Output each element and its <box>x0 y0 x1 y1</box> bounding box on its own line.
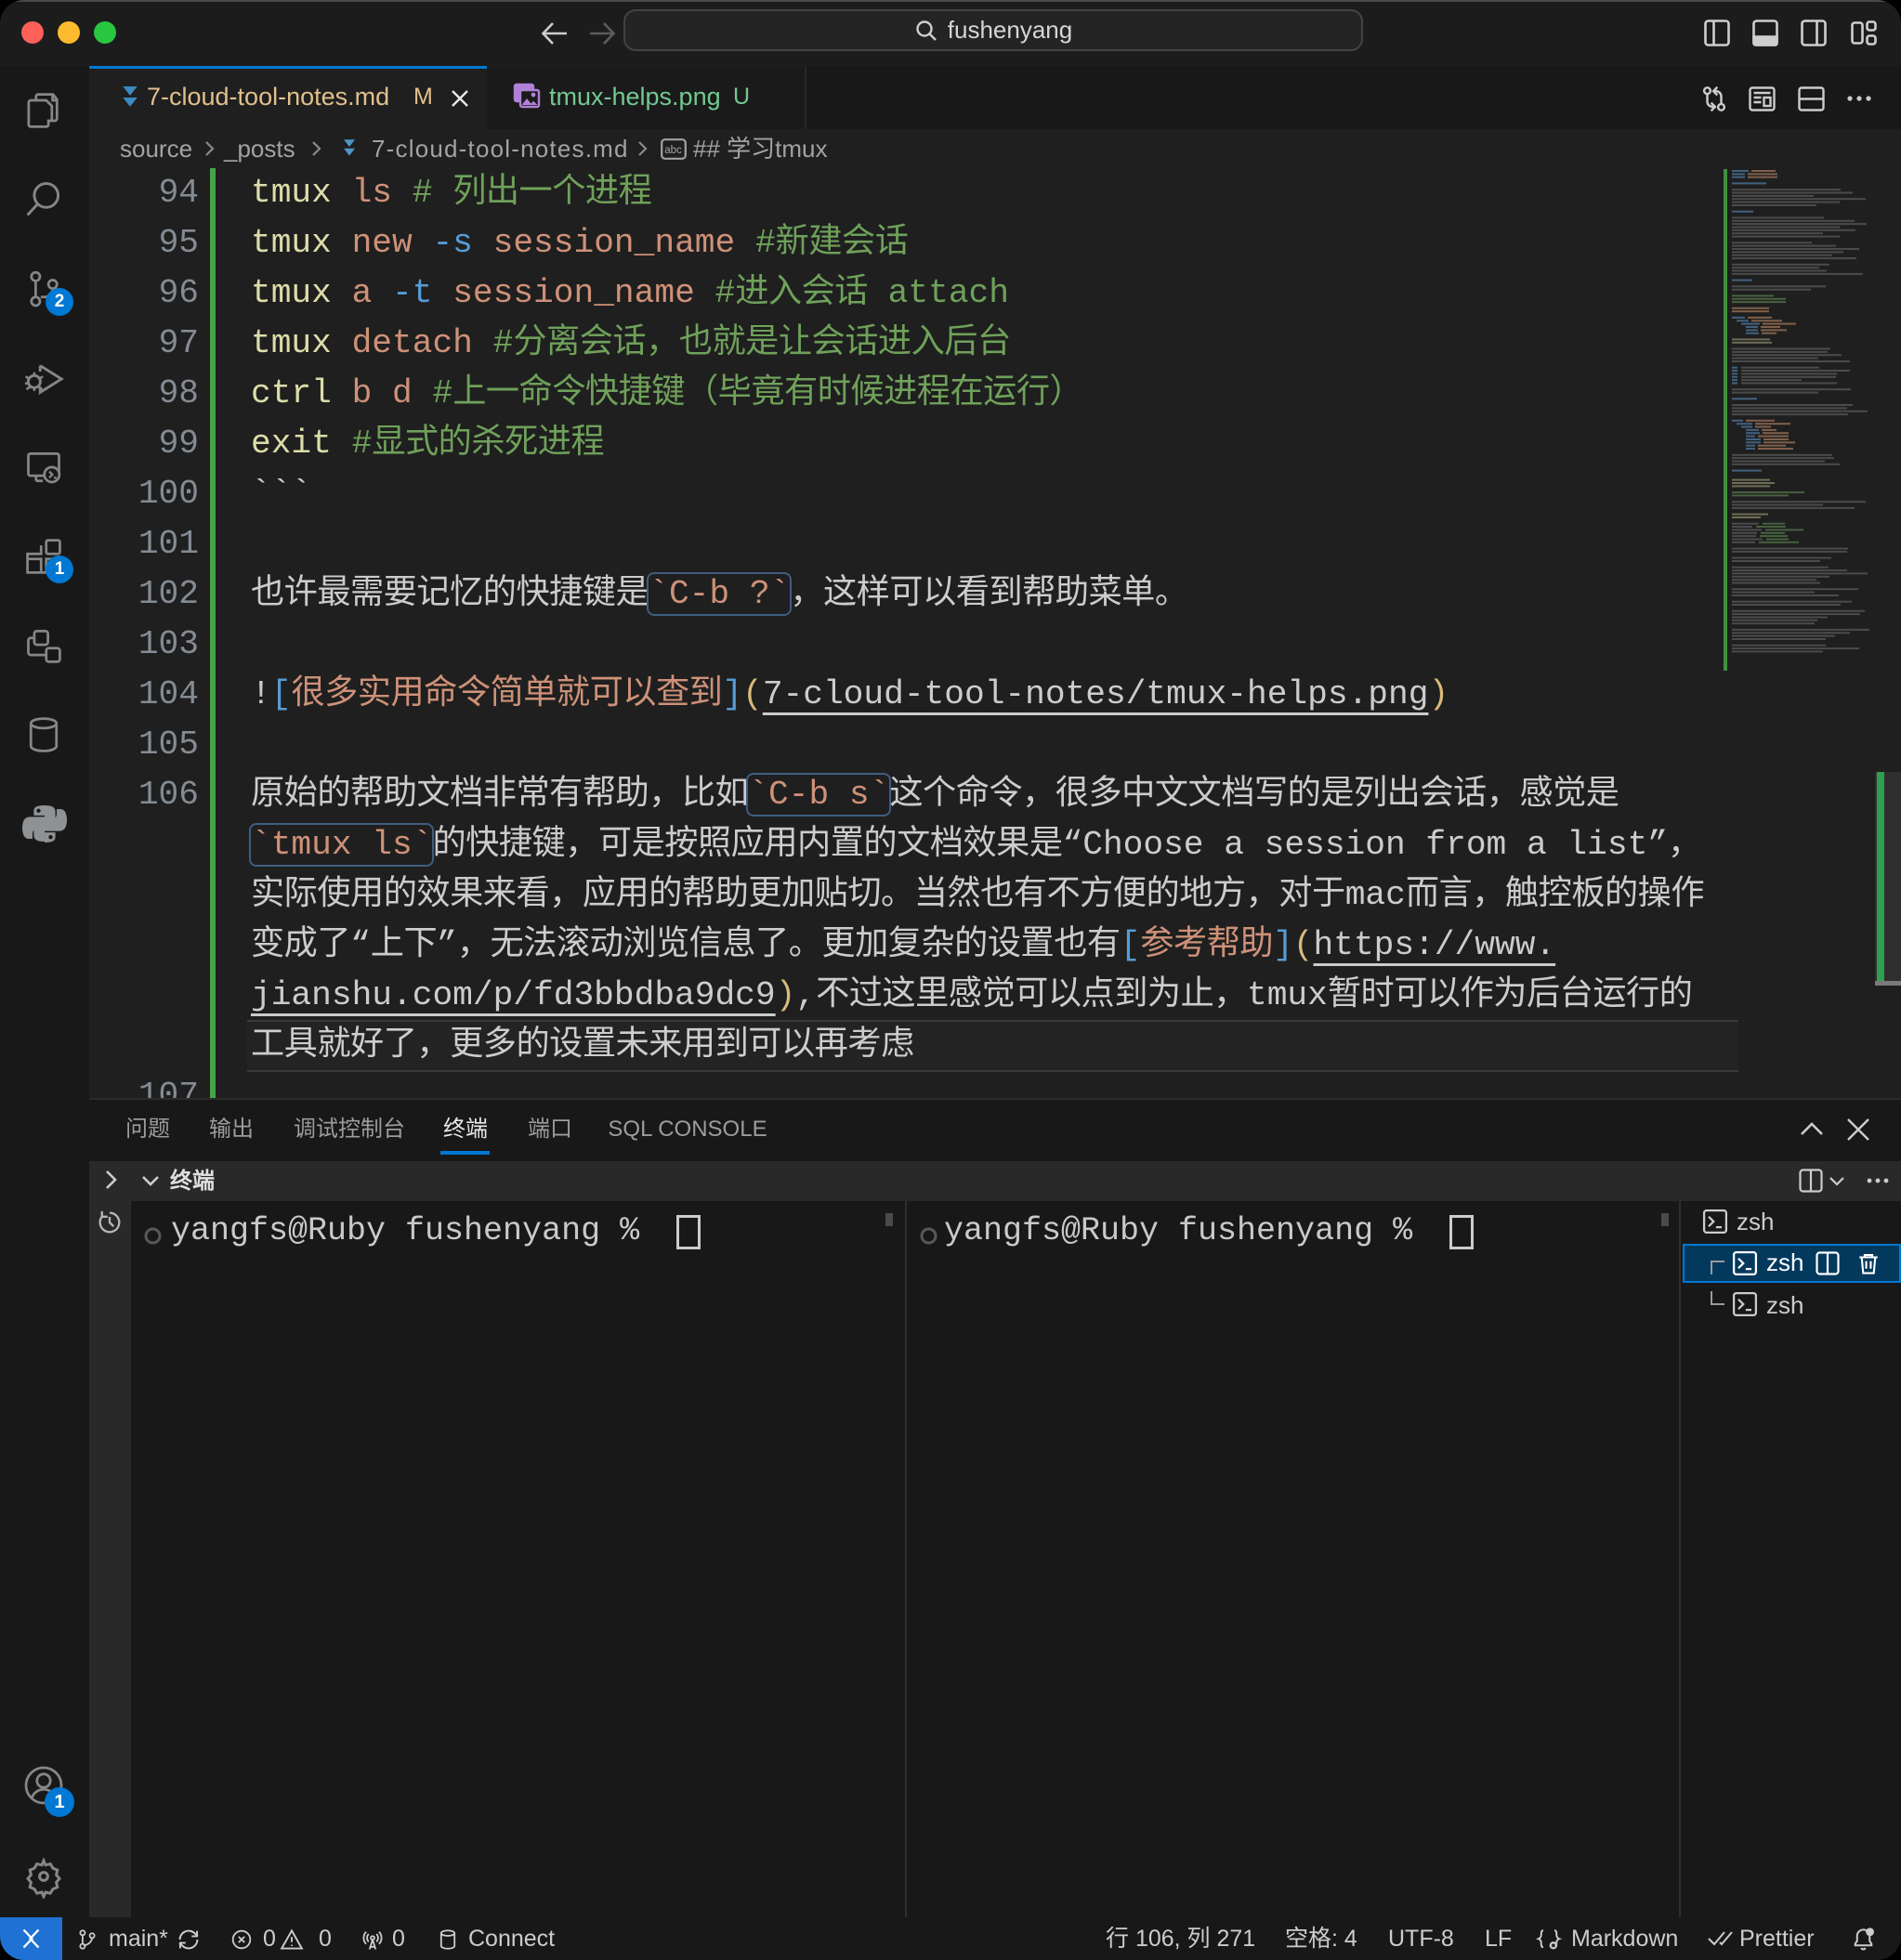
svg-text:abc: abc <box>664 145 682 156</box>
